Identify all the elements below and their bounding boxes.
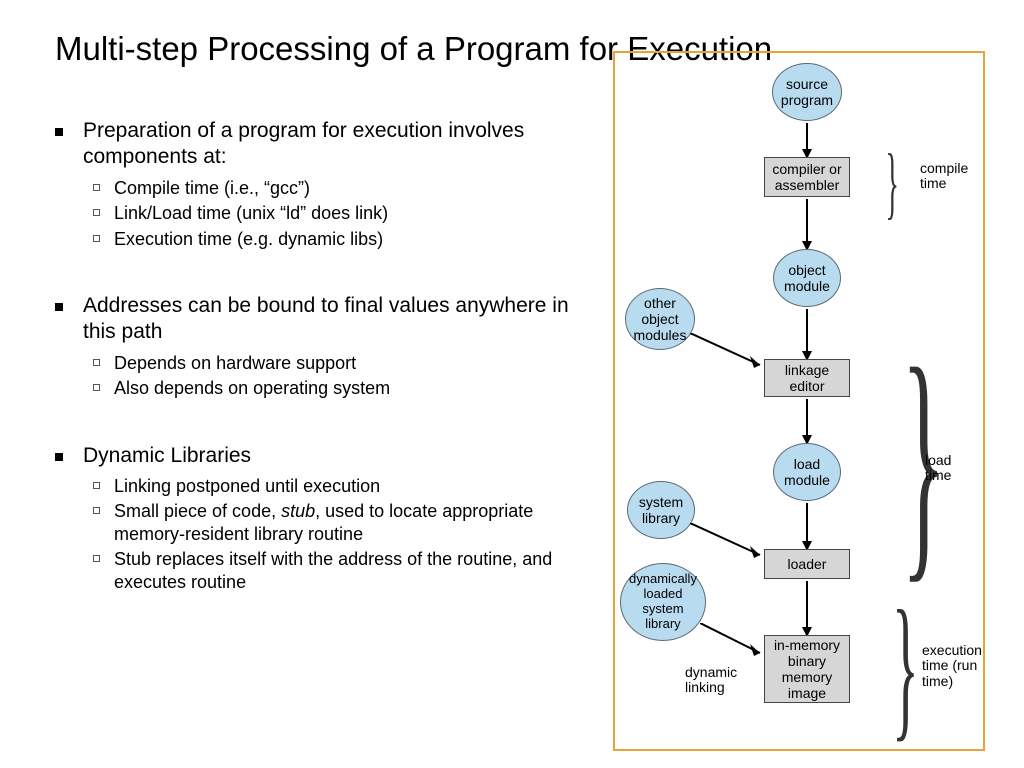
arrow-diagonal-icon (690, 523, 770, 563)
bullet-sub: Also depends on operating system (93, 377, 595, 400)
bullet-sub: Stub replaces itself with the address of… (93, 548, 595, 593)
bullet-sub: Small piece of code, stub, used to locat… (93, 500, 595, 545)
node-linkage-editor: linkageeditor (764, 359, 850, 397)
bullet-box-icon (93, 507, 100, 514)
bullet-sub: Linking postponed until execution (93, 475, 595, 498)
node-load-module: loadmodule (773, 443, 841, 501)
node-dynamic-library: dynamicallyloadedsystemlibrary (620, 563, 706, 641)
bullet-text: Small piece of code, stub, used to locat… (114, 500, 595, 545)
label-load-time: loadtime (925, 453, 951, 484)
bullet-group-1-head: Preparation of a program for execution i… (55, 118, 595, 171)
bullet-box-icon (93, 482, 100, 489)
arrow-diagonal-icon (690, 333, 770, 373)
bullet-text: Dynamic Libraries (83, 443, 251, 469)
bullet-square-icon (55, 303, 63, 311)
bullet-square-icon (55, 453, 63, 461)
bullet-box-icon (93, 359, 100, 366)
diagram-frame: sourceprogram compiler orassembler objec… (613, 51, 985, 751)
arrow-line (806, 199, 808, 243)
label-compile-time: compiletime (920, 161, 968, 192)
bullet-box-icon (93, 209, 100, 216)
arrow-line (806, 503, 808, 543)
bullet-group-3-head: Dynamic Libraries (55, 443, 595, 469)
bullet-sub: Execution time (e.g. dynamic libs) (93, 228, 595, 251)
node-source-program: sourceprogram (772, 63, 842, 121)
bullet-sub: Compile time (i.e., “gcc”) (93, 177, 595, 200)
brace-icon: } (892, 593, 919, 740)
bullet-square-icon (55, 128, 63, 136)
arrow-line (806, 399, 808, 437)
diagram-column: sourceprogram compiler orassembler objec… (615, 113, 995, 768)
arrow-line (806, 581, 808, 629)
bullet-text: Stub replaces itself with the address of… (114, 548, 595, 593)
bullet-text: Execution time (e.g. dynamic libs) (114, 228, 383, 251)
arrow-line (806, 123, 808, 151)
bullet-box-icon (93, 555, 100, 562)
bullet-text: Depends on hardware support (114, 352, 356, 375)
bullet-sub: Depends on hardware support (93, 352, 595, 375)
bullet-text: Also depends on operating system (114, 377, 390, 400)
node-in-memory-image: in-memorybinarymemoryimage (764, 635, 850, 703)
bullet-text: Linking postponed until execution (114, 475, 380, 498)
bullet-text: Addresses can be bound to final values a… (83, 293, 595, 346)
bullet-box-icon (93, 384, 100, 391)
bullet-sub: Link/Load time (unix “ld” does link) (93, 202, 595, 225)
node-system-library: systemlibrary (627, 481, 695, 539)
node-other-object-modules: otherobjectmodules (625, 288, 695, 350)
node-loader: loader (764, 549, 850, 579)
brace-icon: } (885, 138, 898, 229)
node-object-module: objectmodule (773, 249, 841, 307)
arrow-line (806, 309, 808, 353)
bullet-text: Link/Load time (unix “ld” does link) (114, 202, 388, 225)
bullet-text: Compile time (i.e., “gcc”) (114, 177, 310, 200)
text-column: Preparation of a program for execution i… (55, 113, 595, 768)
caption-dynamic-linking: dynamiclinking (685, 665, 737, 696)
label-execution-time: executiontime (runtime) (922, 643, 982, 689)
bullet-box-icon (93, 184, 100, 191)
bullet-group-2-head: Addresses can be bound to final values a… (55, 293, 595, 346)
arrow-diagonal-icon (700, 623, 770, 663)
bullet-text: Preparation of a program for execution i… (83, 118, 595, 171)
node-compiler-assembler: compiler orassembler (764, 157, 850, 197)
bullet-box-icon (93, 235, 100, 242)
